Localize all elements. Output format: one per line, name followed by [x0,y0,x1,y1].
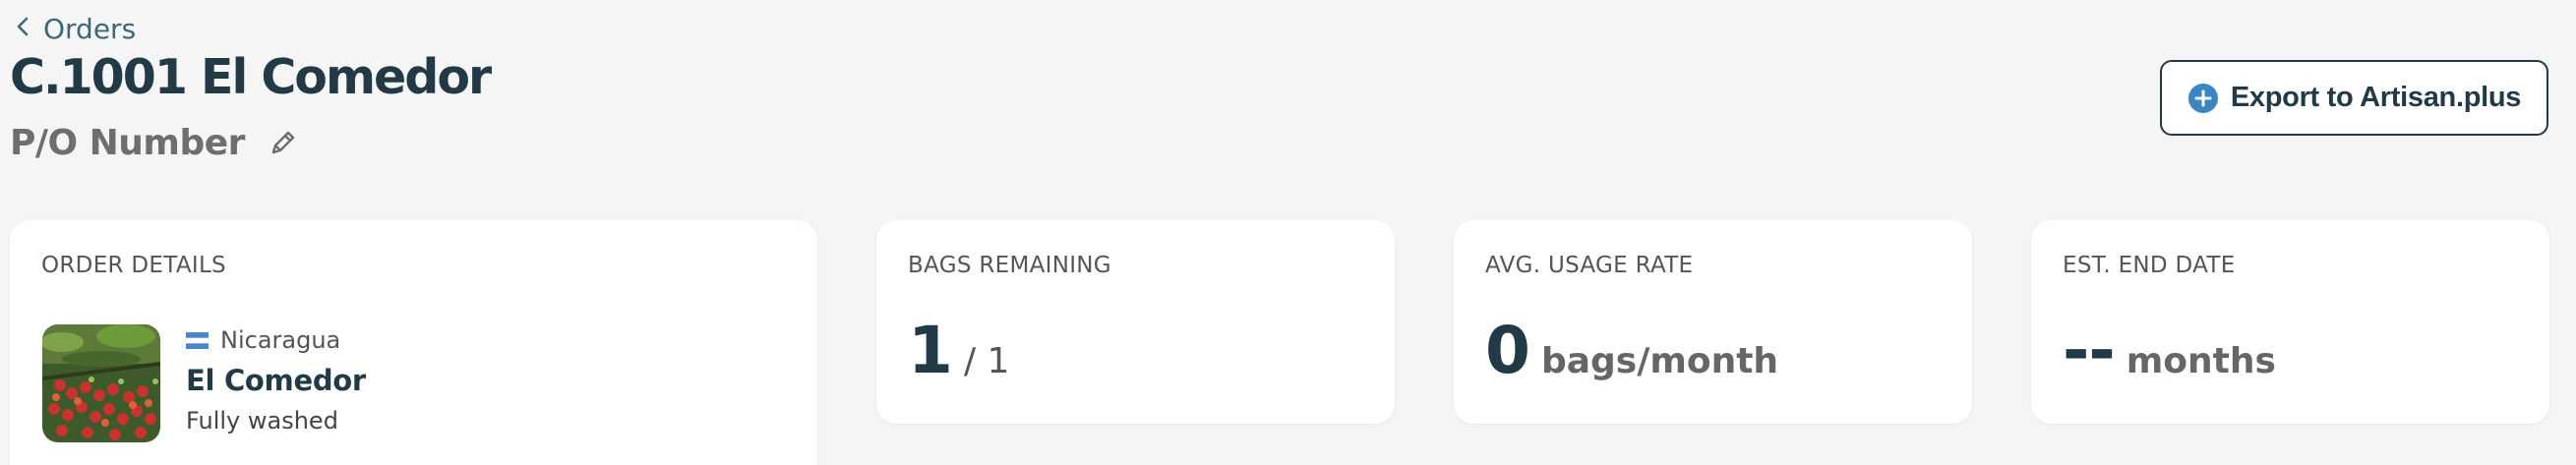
usage-rate-card: AVG. USAGE RATE 0 bags/month [1454,220,1972,424]
bags-remaining-card: BAGS REMAINING 1 / 1 [876,220,1395,424]
end-date-metric: -- months [2063,313,2276,388]
po-number-row: P/O Number [10,118,300,167]
export-button[interactable]: Export to Artisan.plus [2160,60,2548,136]
chevron-left-icon [14,13,33,45]
coffee-image [42,324,160,442]
end-date-card: EST. END DATE -- months [2031,220,2549,424]
export-button-label: Export to Artisan.plus [2230,82,2522,113]
origin-country: Nicaragua [220,326,341,354]
coffee-name: El Comedor [186,364,366,397]
bags-remaining-value: 1 [908,313,953,388]
coffee-process: Fully washed [186,407,338,435]
end-date-unit: months [2126,341,2276,381]
plus-circle-icon [2187,83,2219,114]
usage-rate-label: AVG. USAGE RATE [1485,253,1694,278]
usage-rate-value: 0 [1485,313,1530,388]
order-page: Orders C.1001 El Comedor P/O Number Expo… [0,0,2576,465]
bags-remaining-total: / 1 [963,341,1010,381]
nicaragua-flag-icon [186,331,209,349]
end-date-value: -- [2063,313,2116,388]
page-title: C.1001 El Comedor [10,49,492,105]
order-details-card: ORDER DETAILS Nicaragua El Comedor Fully… [10,220,817,465]
bags-remaining-metric: 1 / 1 [908,313,1009,388]
breadcrumb-back-link[interactable]: Orders [14,10,136,47]
usage-rate-unit: bags/month [1540,341,1779,381]
pencil-icon[interactable] [267,126,300,159]
usage-rate-metric: 0 bags/month [1485,313,1778,388]
breadcrumb-label: Orders [43,12,137,45]
origin-row: Nicaragua [186,326,340,354]
order-details-label: ORDER DETAILS [41,253,226,278]
bags-remaining-label: BAGS REMAINING [908,253,1111,278]
po-number-label: P/O Number [10,122,245,163]
end-date-label: EST. END DATE [2063,253,2236,278]
